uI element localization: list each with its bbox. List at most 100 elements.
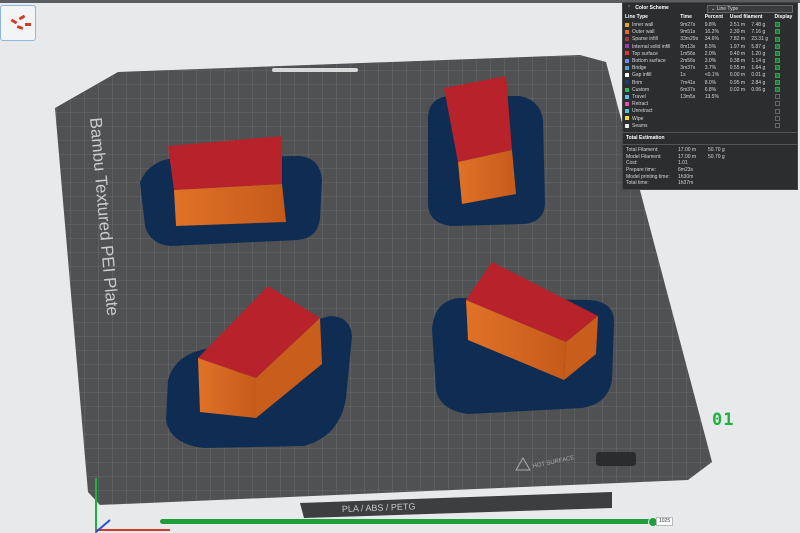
collapse-icon[interactable]: ⌃ — [627, 5, 631, 12]
line-type-cell: Sparse infill — [623, 36, 678, 43]
line-type-cell: Unretract — [623, 108, 678, 115]
time-cell: 1s — [680, 72, 686, 79]
time-cell — [678, 123, 702, 130]
display-checkbox[interactable] — [774, 72, 780, 78]
swatch — [625, 101, 629, 106]
weight-cell: 0.01 g — [751, 72, 766, 79]
time-cell — [678, 101, 702, 108]
plate-number[interactable]: 01 — [712, 410, 734, 430]
line-type-cell: Top surface — [623, 51, 678, 58]
line-type-name: Travel — [632, 94, 646, 101]
estimation-row: Model Filament: 17.00 m 50.70 g — [623, 154, 797, 161]
estimation-row: Total Filament: 17.00 m 50.70 g — [623, 147, 797, 154]
length-cell: 0.02 m — [729, 86, 746, 93]
display-cell — [773, 94, 797, 101]
length-cell: 0.00 m — [729, 72, 746, 79]
weight-cell — [749, 101, 772, 108]
line-type-table: Line Type Time Percent Used filament Dis… — [623, 14, 797, 130]
percent-cell — [703, 116, 728, 123]
legend-row: Custom 6m37s 6.8% 0.02 m 0.06 g — [623, 87, 797, 94]
time-cell — [678, 116, 702, 123]
length-cell: 2.39 m — [729, 29, 746, 36]
layer-value: 1025 — [656, 517, 674, 526]
display-checkbox[interactable] — [774, 29, 780, 35]
length-cell: 7.82 m — [729, 36, 746, 43]
time-cell: 33m29s — [680, 36, 699, 43]
percent-cell — [703, 108, 728, 115]
line-type-cell: Inner wall — [623, 22, 678, 29]
display-checkbox[interactable] — [774, 123, 780, 129]
percent-cell: 34.6% — [704, 36, 719, 43]
display-checkbox[interactable] — [774, 115, 780, 121]
time-cell: 9m51s — [680, 29, 696, 36]
line-type-name: Gap infill — [632, 72, 652, 79]
length-cell — [728, 108, 750, 115]
col-line-type: Line Type — [625, 14, 648, 21]
time-cell: 3m37s — [680, 65, 696, 72]
line-type-cell: Custom — [623, 87, 678, 94]
swatch — [625, 109, 629, 114]
arrange-tool-button[interactable] — [0, 5, 36, 41]
estimation-title: Total Estimation — [626, 135, 665, 142]
weight-cell: 7.48 g — [751, 22, 766, 28]
length-cell: 0.55 m — [729, 65, 746, 72]
legend-row: Inner wall 9m27s 9.8% 2.51 m 7.48 g — [623, 22, 797, 29]
length-cell: 0.40 m — [729, 50, 746, 57]
estimation-row: Model printing time: 1h30m — [623, 174, 797, 181]
estimation-label: Total time: — [626, 180, 649, 187]
weight-cell: 0.06 g — [751, 86, 766, 93]
legend-row: Brim 7m41s 8.0% 0.95 m 2.84 g — [623, 80, 797, 87]
display-checkbox[interactable] — [774, 65, 780, 71]
col-time: Time — [680, 14, 692, 21]
length-cell: 0.38 m — [729, 58, 746, 65]
weight-cell — [749, 116, 772, 123]
estimation-label: Cost: — [626, 160, 638, 167]
length-cell — [728, 101, 750, 108]
display-cell — [773, 123, 797, 130]
display-cell — [773, 108, 797, 115]
color-scheme-select[interactable]: ⌄ Line Type — [707, 4, 793, 13]
percent-cell: 6.8% — [704, 86, 717, 93]
display-checkbox[interactable] — [774, 36, 780, 42]
weight-cell: 2.84 g — [751, 79, 766, 86]
display-checkbox[interactable] — [774, 94, 780, 100]
length-cell — [728, 123, 750, 130]
line-type-cell: Seams — [623, 123, 678, 130]
display-cell — [773, 87, 797, 94]
display-checkbox[interactable] — [774, 79, 780, 85]
display-checkbox[interactable] — [774, 108, 780, 114]
estimation-value: 1h37m — [678, 180, 694, 187]
line-type-name: Custom — [632, 86, 650, 93]
line-type-name: Bridge — [632, 65, 647, 72]
display-checkbox[interactable] — [774, 43, 780, 49]
swatch — [625, 22, 629, 27]
line-type-cell: Brim — [623, 80, 678, 87]
display-checkbox[interactable] — [774, 58, 780, 64]
estimation-label: Total Filament: — [626, 147, 659, 154]
percent-cell — [703, 101, 728, 108]
legend-row: Gap infill 1s <0.1% 0.00 m 0.01 g — [623, 72, 797, 79]
swatch — [625, 116, 629, 121]
display-cell — [773, 65, 797, 72]
estimation-value: 17.00 m — [678, 147, 697, 154]
swatch — [625, 94, 629, 99]
swatch — [625, 80, 629, 85]
line-type-name: Inner wall — [632, 22, 654, 28]
time-cell: 1m56s — [680, 50, 696, 57]
swatch — [625, 44, 629, 49]
legend-panel: ⌃ Color Scheme ⌄ Line Type Line Type Tim… — [622, 2, 798, 190]
display-checkbox[interactable] — [774, 22, 780, 28]
model-1[interactable] — [168, 136, 286, 226]
weight-cell: 1.20 g — [751, 50, 766, 57]
plate-icons — [596, 452, 636, 466]
estimation-value: 1.01 — [678, 160, 688, 167]
legend-row: Bottom surface 2m56s 3.0% 0.38 m 1.14 g — [623, 58, 797, 65]
layer-slider[interactable] — [160, 517, 658, 527]
display-cell — [773, 22, 797, 29]
legend-row: Seams — [623, 123, 797, 130]
percent-cell: 9.8% — [704, 22, 717, 28]
display-checkbox[interactable] — [774, 87, 780, 92]
plate-handle — [272, 68, 358, 72]
display-checkbox[interactable] — [774, 50, 780, 56]
display-checkbox[interactable] — [774, 101, 780, 107]
